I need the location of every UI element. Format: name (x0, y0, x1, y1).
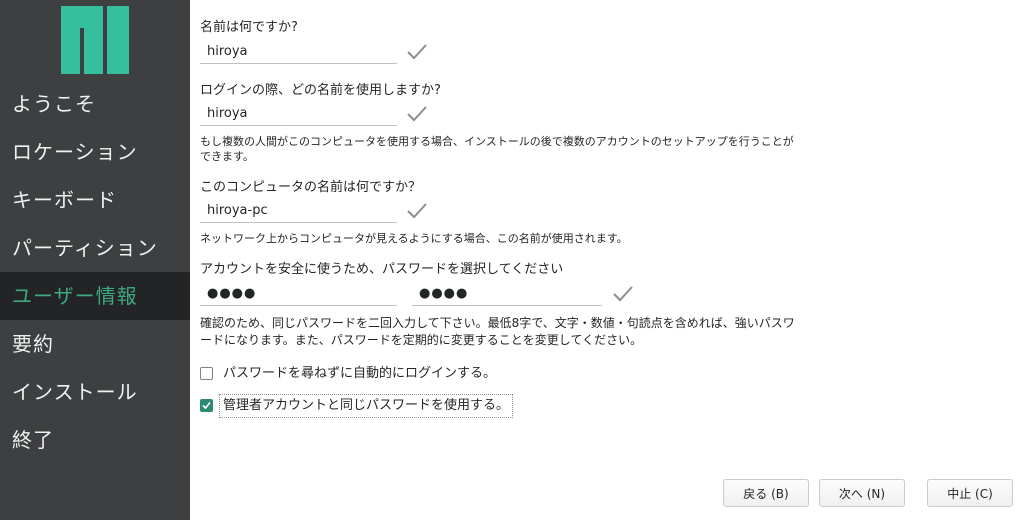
checkmark-icon (613, 286, 633, 302)
hostname-input[interactable] (200, 199, 397, 223)
installer-window: ようこそ ロケーション キーボード パーティション ユーザー情報 要約 インスト… (0, 0, 1024, 520)
checkmark-icon (407, 203, 427, 219)
full-name-input[interactable] (200, 40, 397, 64)
full-name-label: 名前は何ですか? (200, 20, 298, 35)
admin-same-password-checkbox[interactable]: 管理者アカウントと同じパスワードを使用する。 (200, 394, 520, 418)
sidebar-item-welcome[interactable]: ようこそ (0, 80, 190, 128)
next-button[interactable]: 次へ (N) (819, 479, 905, 507)
sidebar: ようこそ ロケーション キーボード パーティション ユーザー情報 要約 インスト… (0, 0, 190, 520)
autologin-checkbox[interactable]: パスワードを尋ねずに自動的にログインする。 (200, 363, 520, 385)
hostname-label: このコンピュータの名前は何ですか？ (200, 180, 422, 195)
back-button[interactable]: 戻る (B) (723, 479, 809, 507)
login-name-input[interactable] (200, 102, 397, 126)
admin-same-password-label: 管理者アカウントと同じパスワードを使用する。 (218, 394, 514, 418)
login-name-label: ログインの際、どの名前を使用しますか? (200, 83, 441, 98)
password-label: アカウントを安全に使うため、パスワードを選択してください (200, 262, 564, 277)
sidebar-item-finish[interactable]: 終了 (0, 416, 190, 464)
users-page: 名前は何ですか? ログインの際、どの名前を使用しますか? もし複数の人間がこのコ… (190, 0, 1024, 520)
password-confirm-input[interactable]: ●●●● (412, 282, 602, 306)
sidebar-item-keyboard[interactable]: キーボード (0, 176, 190, 224)
password-hint: 確認のため、同じパスワードを二回入力して下さい。最低8字で、文字・数値・句読点を… (200, 316, 795, 347)
hostname-hint: ネットワーク上からコンピュータが見えるようにする場合、この名前が使用されます。 (200, 232, 628, 245)
checkmark-icon (407, 106, 427, 122)
autologin-label: パスワードを尋ねずに自動的にログインする。 (223, 366, 497, 381)
login-name-hint: もし複数の人間がこのコンピュータを使用する場合、インストールの後で複数のアカウン… (200, 135, 794, 163)
sidebar-item-users[interactable]: ユーザー情報 (0, 272, 190, 320)
checkbox-checked-icon[interactable] (200, 399, 213, 412)
sidebar-item-partitions[interactable]: パーティション (0, 224, 190, 272)
sidebar-item-summary[interactable]: 要約 (0, 320, 190, 368)
sidebar-item-install[interactable]: インストール (0, 368, 190, 416)
cancel-button[interactable]: 中止 (C) (927, 479, 1013, 507)
checkmark-icon (407, 44, 427, 60)
manjaro-logo-icon (61, 6, 129, 74)
sidebar-item-location[interactable]: ロケーション (0, 128, 190, 176)
checkbox-unchecked-icon[interactable] (200, 367, 213, 380)
password-input[interactable]: ●●●● (200, 282, 397, 306)
